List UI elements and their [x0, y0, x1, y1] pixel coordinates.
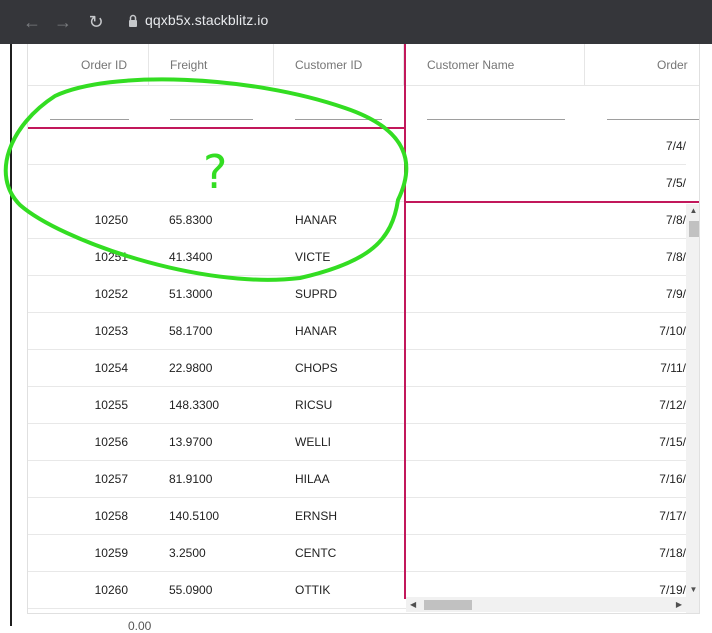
- cell-order-id: 10257: [94, 472, 128, 486]
- cell-customer-id: WELLI: [295, 435, 332, 449]
- cell-order-date: 7/10/: [659, 324, 686, 338]
- cell-freight: 65.8300: [169, 213, 213, 227]
- header-customer-id[interactable]: Customer ID: [274, 44, 404, 86]
- cell-order-date: 7/11/: [660, 361, 686, 375]
- cell-customer-id: CHOPS: [295, 361, 338, 375]
- header-freight[interactable]: Freight: [149, 44, 274, 86]
- filter-input-order-date[interactable]: [607, 119, 699, 120]
- cell-freight: 41.3400: [169, 250, 213, 264]
- cell-customer-id: HILAA: [295, 472, 330, 486]
- filter-input-customer-name[interactable]: [427, 119, 565, 120]
- cell-order-id: 10253: [94, 324, 128, 338]
- cell-order-date: 7/12/: [659, 398, 686, 412]
- table-row[interactable]: 7/5/: [28, 165, 686, 202]
- address-bar-url[interactable]: qqxb5x.stackblitz.io: [145, 12, 268, 28]
- footer-value: 0.00: [128, 619, 152, 633]
- scroll-down-icon[interactable]: ▼: [686, 585, 699, 594]
- cell-freight: 58.1700: [169, 324, 213, 338]
- cell-order-id: 10260: [94, 583, 128, 597]
- table-row[interactable]: 10251 41.3400 VICTE 7/8/: [28, 239, 686, 276]
- table-row[interactable]: 10257 81.9100 HILAA 7/16/: [28, 461, 686, 498]
- lock-icon: [129, 14, 137, 27]
- cell-order-id: 10255: [94, 398, 128, 412]
- scroll-left-icon[interactable]: ◀: [410, 597, 416, 612]
- cell-freight: 140.5100: [169, 509, 220, 523]
- cell-customer-id: HANAR: [295, 213, 338, 227]
- scroll-up-icon[interactable]: ▲: [686, 206, 699, 215]
- cell-customer-id: OTTIK: [295, 583, 331, 597]
- table-row[interactable]: 10250 65.8300 HANAR 7/8/: [28, 202, 686, 239]
- cell-freight: 81.9100: [169, 472, 213, 486]
- cell-order-id: 10250: [94, 213, 128, 227]
- cell-order-id: 10251: [94, 250, 128, 264]
- browser-toolbar: ← → ↻ qqxb5x.stackblitz.io: [0, 0, 712, 44]
- frozen-column-divider: [404, 44, 406, 599]
- cell-customer-id: CENTC: [295, 546, 337, 560]
- header-customer-name[interactable]: Customer Name: [405, 44, 585, 86]
- table-row[interactable]: 10259 3.2500 CENTC 7/18/: [28, 535, 686, 572]
- cell-order-id: 10252: [94, 287, 128, 301]
- table-row[interactable]: 7/4/: [28, 128, 686, 165]
- table-row[interactable]: 10255 148.3300 RICSU 7/12/: [28, 387, 686, 424]
- frozen-row-divider-left: [28, 127, 404, 129]
- cell-customer-id: ERNSH: [295, 509, 338, 523]
- cell-freight: 148.3300: [169, 398, 220, 412]
- horizontal-scroll-thumb[interactable]: [424, 600, 472, 610]
- cell-order-date: 7/16/: [659, 472, 686, 486]
- cell-freight: 13.9700: [169, 435, 213, 449]
- table-row[interactable]: 10252 51.3000 SUPRD 7/9/: [28, 276, 686, 313]
- cell-order-date: 7/8/: [665, 213, 686, 227]
- table-row[interactable]: 10256 13.9700 WELLI 7/15/: [28, 424, 686, 461]
- cell-customer-id: SUPRD: [295, 287, 338, 301]
- filter-input-customer-id[interactable]: [295, 119, 382, 120]
- arrow-right-icon[interactable]: →: [52, 11, 74, 33]
- cell-order-date: 7/5/: [665, 176, 686, 190]
- cell-customer-id: HANAR: [295, 324, 338, 338]
- filter-input-order-id[interactable]: [50, 119, 129, 120]
- reload-icon[interactable]: ↻: [85, 11, 107, 33]
- table-row[interactable]: 10254 22.9800 CHOPS 7/11/: [28, 350, 686, 387]
- cell-order-id: 10256: [94, 435, 128, 449]
- table-row[interactable]: 10258 140.5100 ERNSH 7/17/: [28, 498, 686, 535]
- filter-input-freight[interactable]: [170, 119, 253, 120]
- horizontal-scrollbar[interactable]: ◀ ▶: [406, 597, 686, 612]
- cell-customer-id: RICSU: [295, 398, 333, 412]
- cell-order-date: 7/17/: [659, 509, 686, 523]
- data-grid: Order ID Freight Customer ID Customer Na…: [27, 44, 700, 614]
- cell-freight: 22.9800: [169, 361, 213, 375]
- filter-row: [28, 87, 699, 129]
- table-row[interactable]: 10253 58.1700 HANAR 7/10/: [28, 313, 686, 350]
- cell-order-id: 10254: [94, 361, 128, 375]
- scroll-right-icon[interactable]: ▶: [676, 597, 682, 612]
- cell-freight: 3.2500: [169, 546, 206, 560]
- cell-order-date: 7/4/: [665, 139, 686, 153]
- cell-order-date: 7/8/: [665, 250, 686, 264]
- frozen-row-divider-right: [404, 201, 699, 203]
- cell-freight: 55.0900: [169, 583, 213, 597]
- arrow-left-icon[interactable]: ←: [21, 11, 43, 33]
- header-order-id[interactable]: Order ID: [28, 44, 149, 86]
- cell-customer-id: VICTE: [295, 250, 331, 264]
- cell-order-date: 7/15/: [659, 435, 686, 449]
- cell-order-id: 10258: [94, 509, 128, 523]
- cell-order-date: 7/18/: [659, 546, 686, 560]
- vertical-scrollbar[interactable]: ▲ ▼: [686, 204, 699, 613]
- grid-header: Order ID Freight Customer ID Customer Na…: [28, 44, 699, 86]
- cell-order-date: 7/9/: [665, 287, 686, 301]
- window-edge: [10, 44, 12, 626]
- cell-order-id: 10259: [94, 546, 128, 560]
- vertical-scroll-thumb[interactable]: [689, 221, 699, 237]
- cell-freight: 51.3000: [169, 287, 213, 301]
- header-order-date[interactable]: Order: [585, 44, 699, 86]
